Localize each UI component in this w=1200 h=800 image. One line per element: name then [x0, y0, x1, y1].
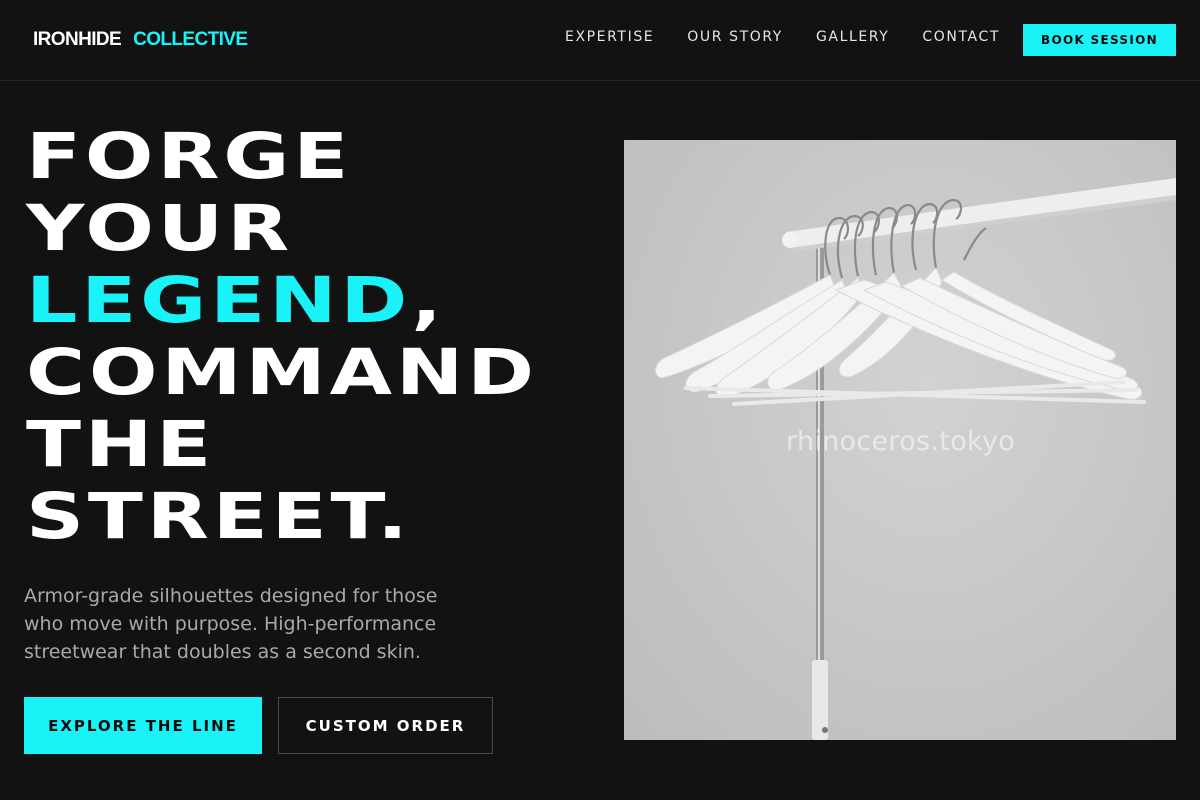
brand-name-part2: COLLECTIVE: [133, 29, 248, 50]
book-session-button[interactable]: BOOK SESSION: [1023, 24, 1176, 56]
hero-subtext: Armor-grade silhouettes designed for tho…: [24, 585, 438, 663]
explore-the-line-button[interactable]: EXPLORE THE LINE: [24, 697, 262, 754]
headline-line-1: FORGE: [26, 120, 353, 193]
top-nav: IRONHIDE COLLECTIVE EXPERTISE OUR STORY …: [0, 0, 1200, 81]
hero-image-clothing-rack: rhinoceros.tokyo: [624, 140, 1176, 740]
custom-order-button[interactable]: CUSTOM ORDER: [278, 697, 493, 754]
headline-line-6: STREET.: [26, 480, 412, 553]
nav-link-our-story[interactable]: OUR STORY: [687, 29, 783, 45]
brand-logo[interactable]: IRONHIDE COLLECTIVE: [33, 29, 248, 51]
headline-line-4: COMMAND: [26, 336, 538, 409]
nav-link-contact[interactable]: CONTACT: [922, 29, 1000, 45]
hero-headline: FORGE YOUR LEGEND, COMMAND THE STREET.: [26, 121, 538, 553]
headline-line-5: THE: [26, 408, 216, 481]
nav-link-expertise[interactable]: EXPERTISE: [565, 29, 654, 45]
nav-links: EXPERTISE OUR STORY GALLERY CONTACT: [565, 29, 1033, 45]
brand-name-part1: IRONHIDE: [33, 29, 122, 50]
headline-line-2: YOUR: [26, 192, 294, 265]
headline-line-3: LEGEND,: [26, 265, 538, 337]
headline-comma: ,: [411, 264, 446, 337]
headline-accent-word: LEGEND: [26, 264, 412, 337]
image-watermark: rhinoceros.tokyo: [786, 426, 1016, 457]
nav-link-gallery[interactable]: GALLERY: [816, 29, 889, 45]
